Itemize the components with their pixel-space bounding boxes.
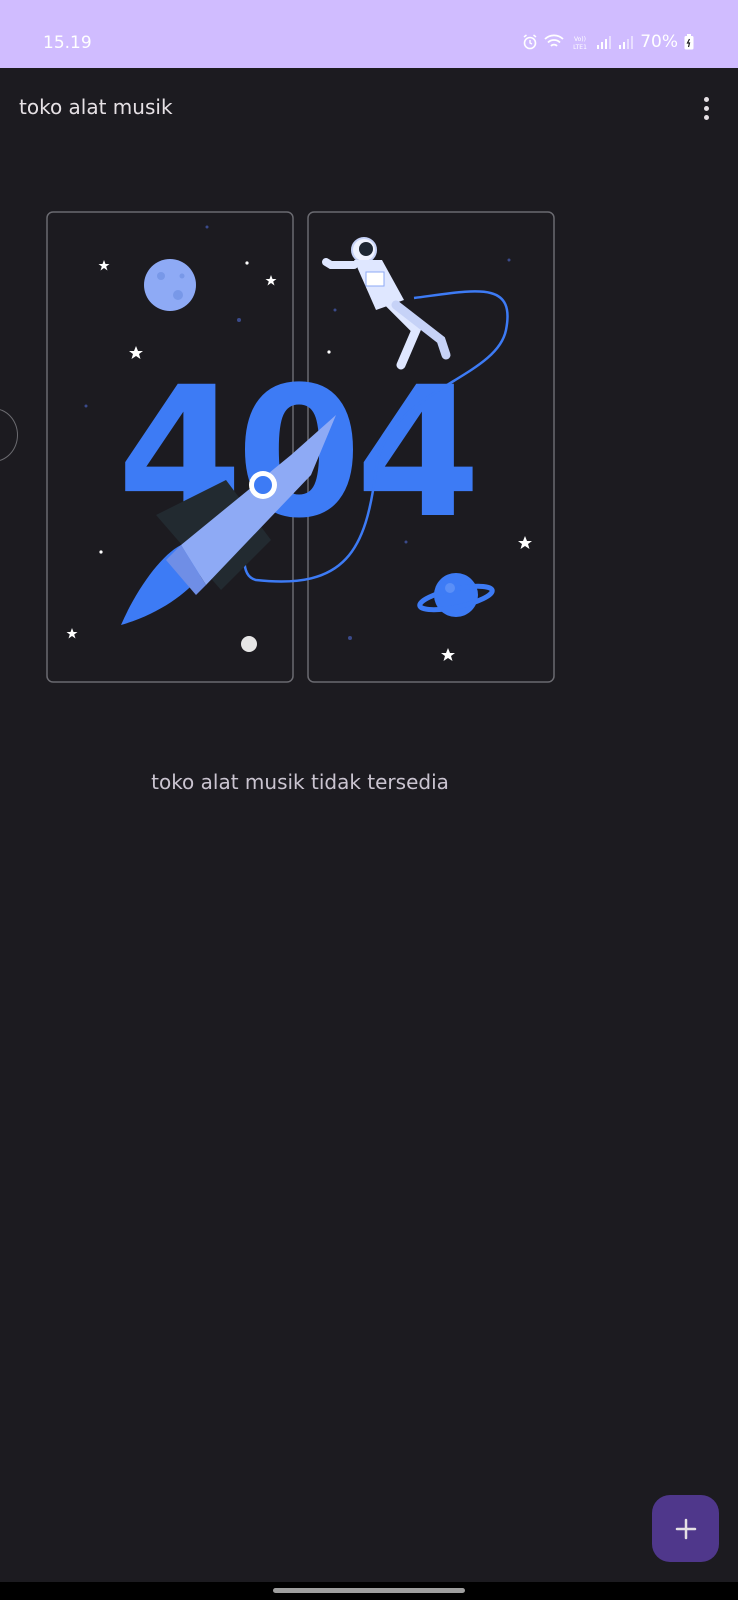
battery-percent: 70% bbox=[640, 32, 678, 52]
battery-icon bbox=[684, 34, 694, 50]
gesture-handle[interactable] bbox=[273, 1588, 465, 1593]
volte-icon: Vo)) LTE1 bbox=[573, 36, 587, 50]
add-icon bbox=[675, 1518, 696, 1539]
empty-state-message: toko alat musik tidak tersedia bbox=[151, 770, 449, 794]
not-found-illustration: 404 bbox=[46, 211, 555, 683]
more-vert-icon[interactable] bbox=[696, 94, 716, 122]
astronaut-illustration bbox=[322, 237, 451, 370]
alarm-icon bbox=[523, 34, 537, 50]
svg-text:Vo)): Vo)) bbox=[574, 36, 586, 43]
add-button[interactable] bbox=[652, 1495, 719, 1562]
status-time: 15.19 bbox=[43, 33, 92, 53]
svg-text:LTE1: LTE1 bbox=[573, 44, 587, 50]
status-bar: 15.19 Vo)) LTE1 70% bbox=[0, 0, 738, 68]
app-title: toko alat musik bbox=[19, 95, 173, 119]
planet-illustration bbox=[417, 573, 495, 617]
app-bar: toko alat musik bbox=[0, 68, 738, 148]
status-icons: Vo)) LTE1 70% bbox=[522, 32, 694, 52]
navigation-bar bbox=[0, 1582, 738, 1600]
wifi-icon bbox=[544, 34, 564, 47]
signal-icon bbox=[619, 36, 634, 49]
edge-handle[interactable] bbox=[0, 408, 18, 462]
signal-icon bbox=[597, 36, 612, 49]
